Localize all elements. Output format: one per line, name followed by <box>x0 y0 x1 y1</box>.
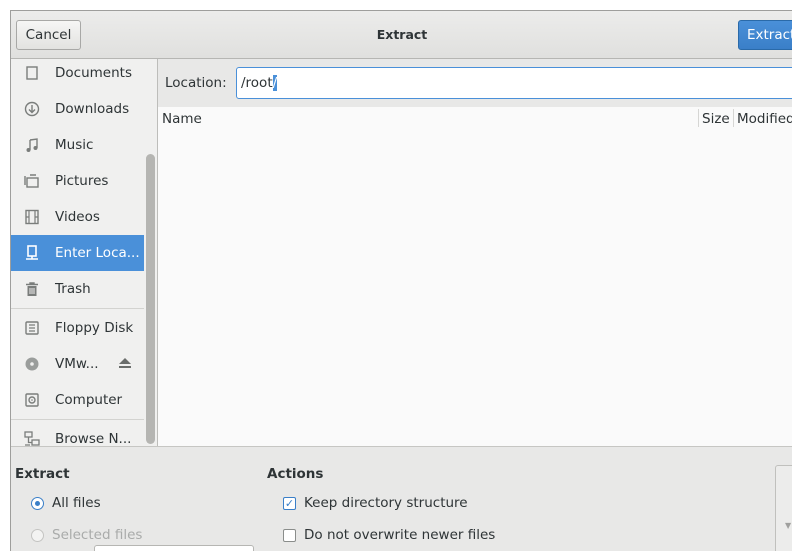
places-sidebar: Documents Downloads Music Pictures Video… <box>11 59 158 446</box>
trash-icon <box>23 280 41 298</box>
floppy-icon <box>23 319 41 337</box>
column-divider <box>733 109 734 127</box>
location-input[interactable]: /root / <box>236 67 792 99</box>
extract-dialog: Cancel Extract Extract Documents Downloa… <box>10 10 792 551</box>
sidebar-item-label: Documents <box>55 65 132 81</box>
selected-files-label: Selected files <box>52 527 143 543</box>
music-icon <box>23 136 41 154</box>
keep-structure-label: Keep directory structure <box>304 495 468 511</box>
sidebar-item-downloads[interactable]: Downloads <box>11 91 144 127</box>
window-background <box>0 10 10 550</box>
no-overwrite-option[interactable]: Do not overwrite newer files <box>283 527 495 543</box>
sidebar-item-label: Browse N... <box>55 431 132 446</box>
no-overwrite-checkbox[interactable] <box>283 528 296 542</box>
video-icon <box>23 208 41 226</box>
sidebar-item-label: Computer <box>55 392 123 408</box>
column-name[interactable]: Name <box>162 111 202 127</box>
sidebar-item-label: Floppy Disk <box>55 320 134 336</box>
sidebar-item-label: Pictures <box>55 173 109 189</box>
all-files-label: All files <box>52 495 101 511</box>
sidebar-item-label: Downloads <box>55 101 130 117</box>
download-icon <box>23 100 41 118</box>
sidebar-item-music[interactable]: Music <box>11 127 144 163</box>
no-overwrite-label: Do not overwrite newer files <box>304 527 496 543</box>
header-bar: Cancel Extract Extract <box>11 11 792 59</box>
extract-button[interactable]: Extract <box>738 20 792 50</box>
all-files-option[interactable]: All files <box>31 495 101 511</box>
network-icon <box>23 430 41 446</box>
sidebar-item-vmware[interactable]: VMw... <box>11 346 144 382</box>
sidebar-item-label: Trash <box>55 281 91 297</box>
actions-section-title: Actions <box>267 466 324 482</box>
sidebar-item-label: Music <box>55 137 94 153</box>
sidebar-item-videos[interactable]: Videos <box>11 199 144 235</box>
sidebar-item-label: Videos <box>55 209 100 225</box>
extract-section-title: Extract <box>15 466 70 482</box>
disc-icon <box>23 355 41 373</box>
files-pattern-input[interactable] <box>94 545 254 551</box>
sidebar-item-browse-network[interactable]: Browse N... <box>11 421 144 446</box>
sidebar-item-floppy-disk[interactable]: Floppy Disk <box>11 310 144 346</box>
keep-structure-option[interactable]: ✓ Keep directory structure <box>283 495 468 511</box>
sidebar-item-computer[interactable]: Computer <box>11 382 144 418</box>
sidebar-item-enter-location[interactable]: Enter Loca... <box>11 235 144 271</box>
selected-files-radio <box>31 528 44 542</box>
dialog-title: Extract <box>376 27 428 42</box>
location-value: /root <box>241 75 273 91</box>
options-panel: Extract All files Selected files Actions… <box>11 446 792 551</box>
sidebar-scrollbar[interactable] <box>146 154 155 444</box>
eject-icon[interactable] <box>118 357 132 372</box>
pictures-icon <box>23 172 41 190</box>
computer-icon <box>23 391 41 409</box>
document-icon <box>23 64 41 82</box>
location-bar: Location: /root / <box>158 59 792 108</box>
sidebar-item-trash[interactable]: Trash <box>11 271 144 307</box>
location-icon <box>23 244 41 262</box>
column-divider <box>698 109 699 127</box>
chevron-down-icon: ▼ <box>785 521 792 530</box>
file-chooser-main: Location: /root / Name Size Modified <box>158 59 792 446</box>
location-label: Location: <box>165 75 227 91</box>
location-selection: / <box>272 75 278 91</box>
sidebar-separator <box>11 419 144 420</box>
sidebar-item-pictures[interactable]: Pictures <box>11 163 144 199</box>
sidebar-item-documents[interactable]: Documents <box>11 59 144 91</box>
column-modified[interactable]: Modified <box>737 111 792 127</box>
sidebar-separator <box>11 308 144 309</box>
sidebar-item-label: VMw... <box>55 356 99 372</box>
selected-files-option: Selected files <box>31 527 142 543</box>
keep-structure-checkbox[interactable]: ✓ <box>283 496 296 510</box>
all-files-radio[interactable] <box>31 496 44 510</box>
sidebar-item-label: Enter Loca... <box>55 245 140 261</box>
column-headers: Name Size Modified <box>158 107 792 131</box>
column-size[interactable]: Size <box>702 111 730 127</box>
dropdown-box[interactable]: ▼ <box>775 465 792 551</box>
file-list[interactable] <box>158 131 792 446</box>
